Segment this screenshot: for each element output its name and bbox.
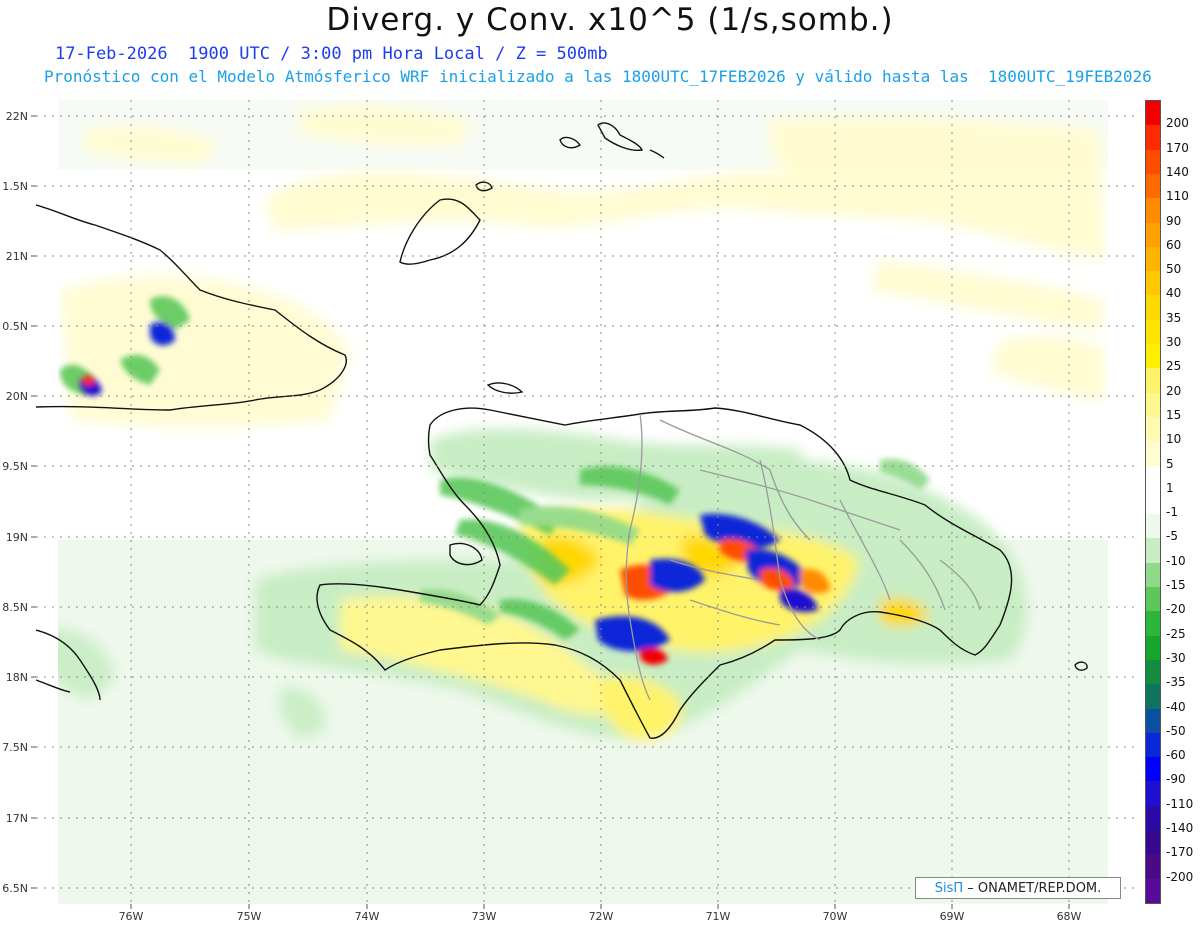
color-scale-cell [1146, 878, 1160, 904]
credit-text: – ONAMET/REP.DOM. [963, 881, 1102, 896]
color-scale-cell [1146, 489, 1160, 515]
lon-label-70w: 70W [823, 910, 848, 923]
lat-label-18n: 18N [6, 671, 28, 684]
color-scale-cell [1146, 319, 1160, 345]
color-scale-cell [1146, 222, 1160, 248]
lat-label-20-5n: 0.5N [2, 320, 28, 333]
color-scale-label: -140 [1166, 821, 1194, 836]
color-scale-label: 5 [1166, 456, 1174, 471]
lat-label-20n: 20N [6, 390, 28, 403]
color-scale-cell [1146, 562, 1160, 588]
color-scale-cell [1146, 198, 1160, 223]
color-scale-cell [1146, 611, 1160, 637]
lon-label-68w: 68W [1057, 910, 1082, 923]
color-scale-cell [1146, 441, 1160, 467]
color-scale-label: -60 [1166, 748, 1186, 763]
color-scale-label: 35 [1166, 310, 1182, 325]
color-scale-cell [1146, 271, 1160, 296]
color-scale-label: 50 [1166, 262, 1182, 277]
color-scale-cell [1146, 587, 1160, 612]
color-scale-label: 170 [1166, 140, 1189, 155]
credit-box: SisΠ – ONAMET/REP.DOM. [915, 877, 1121, 899]
color-scale-label: -1 [1166, 505, 1178, 520]
color-scale-label: -30 [1166, 650, 1186, 665]
color-scale-label: -20 [1166, 602, 1186, 617]
color-scale-cell [1146, 635, 1160, 661]
color-scale-label: 20 [1166, 383, 1182, 398]
color-scale-cell [1146, 465, 1160, 491]
color-scale-cell [1146, 732, 1160, 758]
color-scale-label: -5 [1166, 529, 1178, 544]
lat-label-22n: 22N [6, 110, 28, 123]
lon-label-74w: 74W [355, 910, 380, 923]
color-scale-label: 40 [1166, 286, 1182, 301]
color-scale-label: 60 [1166, 237, 1182, 252]
color-scale-cell [1146, 392, 1160, 418]
color-scale-label: -15 [1166, 578, 1186, 593]
color-scale-bar [1145, 100, 1161, 904]
color-scale-label: -170 [1166, 845, 1194, 860]
color-scale-cell [1146, 368, 1160, 394]
color-scale-cell [1146, 757, 1160, 782]
color-scale-cell [1146, 854, 1160, 880]
color-scale-cell [1146, 659, 1160, 685]
color-scale-label: -200 [1166, 869, 1194, 884]
lon-label-72w: 72W [589, 910, 614, 923]
color-scale-label: 140 [1166, 164, 1189, 179]
color-scale-cell [1146, 101, 1160, 126]
color-scale-cell [1146, 246, 1160, 272]
color-scale-cell [1146, 149, 1160, 175]
lat-label-21n: 21N [6, 250, 28, 263]
color-scale-label: -40 [1166, 699, 1186, 714]
lon-label-75w: 75W [237, 910, 262, 923]
color-scale-cell [1146, 708, 1160, 734]
color-scale-label: 90 [1166, 213, 1182, 228]
color-scale-cell [1146, 344, 1160, 369]
color-scale-cell [1146, 514, 1160, 539]
color-scale-cell [1146, 295, 1160, 321]
color-scale-label: 10 [1166, 432, 1182, 447]
color-scale-label: -25 [1166, 626, 1186, 641]
color-scale-label: 1 [1166, 480, 1174, 495]
lon-label-73w: 73W [472, 910, 497, 923]
lon-label-71w: 71W [706, 910, 731, 923]
lon-labels: 76W 75W 74W 73W 72W 71W 70W 69W 68W [119, 910, 1082, 923]
lat-label-19n: 19N [6, 531, 28, 544]
lat-label-18-5n: 8.5N [2, 601, 28, 614]
color-scale-cell [1146, 805, 1160, 831]
color-scale-label: -50 [1166, 723, 1186, 738]
lat-label-19-5n: 9.5N [2, 460, 28, 473]
lat-label-16-5n: 6.5N [2, 882, 28, 895]
color-scale-label: -35 [1166, 675, 1186, 690]
color-scale-cell [1146, 125, 1160, 151]
credit-brand: SisΠ [934, 881, 964, 896]
color-scale-label: 15 [1166, 407, 1182, 422]
color-scale-cell [1146, 830, 1160, 855]
color-scale-label: 25 [1166, 359, 1182, 374]
lat-label-17n: 17N [6, 812, 28, 825]
color-scale-label: 110 [1166, 189, 1189, 204]
color-scale-cell [1146, 781, 1160, 807]
color-scale-cell [1146, 684, 1160, 710]
color-scale-label: 200 [1166, 116, 1189, 131]
color-scale-cell [1146, 538, 1160, 564]
color-scale-label: -10 [1166, 553, 1186, 568]
color-scale-cell [1146, 173, 1160, 199]
color-scale-label: 30 [1166, 335, 1182, 350]
color-scale-label: -110 [1166, 796, 1194, 811]
lat-label-17-5n: 7.5N [2, 741, 28, 754]
lon-label-69w: 69W [940, 910, 965, 923]
lat-label-21-5n: 1.5N [2, 180, 28, 193]
lat-labels: 22N 1.5N 21N 0.5N 20N 9.5N 19N 8.5N 18N … [2, 110, 28, 895]
color-scale-label: -90 [1166, 772, 1186, 787]
lon-label-76w: 76W [119, 910, 144, 923]
color-scale-cell [1146, 416, 1160, 442]
divergence-map: 76W 75W 74W 73W 72W 71W 70W 69W 68W 22N … [2, 100, 1138, 923]
